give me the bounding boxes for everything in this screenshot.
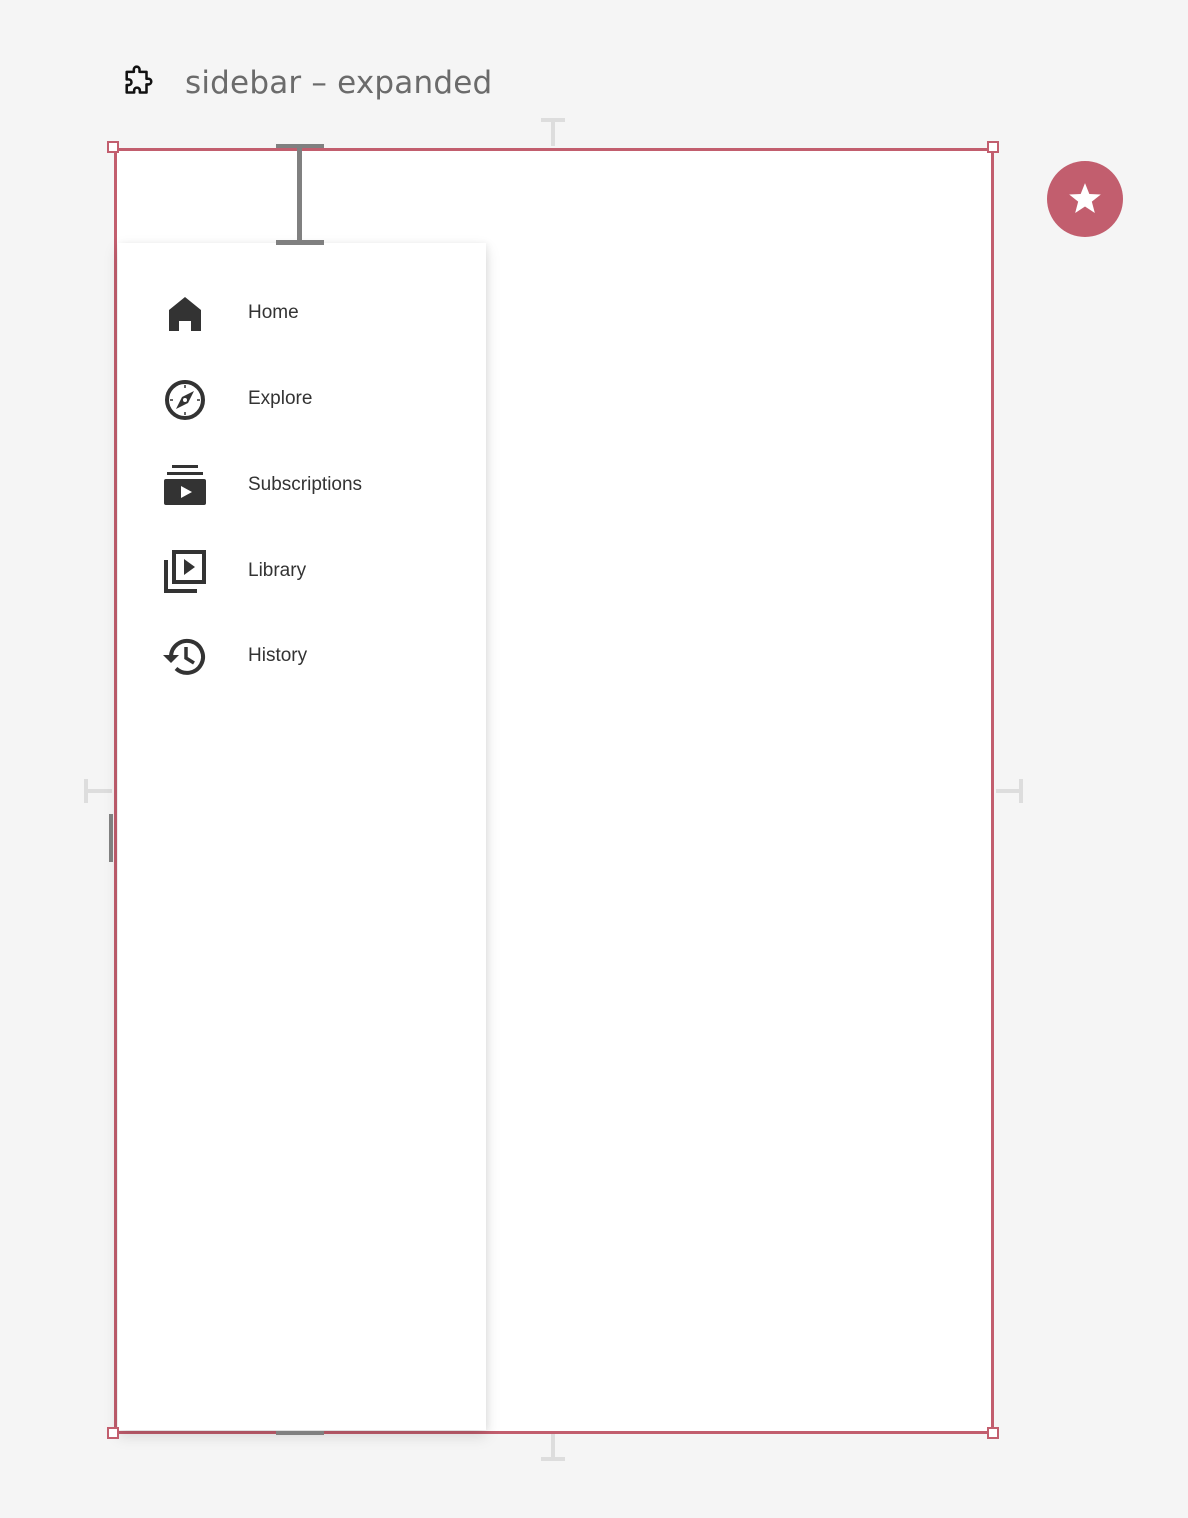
spacing-guide-right-cap xyxy=(1019,779,1023,803)
sidebar-item-label: Subscriptions xyxy=(248,474,363,495)
puzzle-icon xyxy=(125,65,153,94)
margin-guide-top xyxy=(297,148,302,243)
sidebar-item-label: History xyxy=(248,645,308,666)
star-icon xyxy=(1069,183,1101,213)
resize-handle-bottom-right[interactable] xyxy=(987,1427,999,1439)
video-library-icon xyxy=(164,550,206,593)
favorite-button[interactable] xyxy=(1047,161,1123,237)
sidebar-item-explore[interactable]: Explore xyxy=(118,356,486,442)
history-icon xyxy=(163,638,205,675)
spacing-guide-left-cap xyxy=(84,779,88,803)
resize-handle-top-right[interactable] xyxy=(987,141,999,153)
margin-guide-left xyxy=(109,814,113,862)
page-title: sidebar – expanded xyxy=(185,65,493,101)
spacing-guide-bottom-cap xyxy=(541,1457,565,1461)
spacing-guide-top-cap xyxy=(541,118,565,122)
resize-handle-bottom-left[interactable] xyxy=(107,1427,119,1439)
subscriptions-icon xyxy=(164,465,206,505)
home-icon xyxy=(169,297,201,331)
spacing-guide-left xyxy=(86,789,112,793)
sidebar-item-home[interactable]: Home xyxy=(118,270,486,356)
sidebar-item-label: Home xyxy=(248,302,299,323)
sidebar-item-library[interactable]: Library xyxy=(118,528,486,614)
component-header: sidebar – expanded xyxy=(118,58,492,108)
margin-guide-bottom-cap xyxy=(276,1431,324,1435)
sidebar-item-history[interactable]: History xyxy=(118,613,486,699)
sidebar: Home Explore Subscriptions Library Histo… xyxy=(118,243,486,1430)
spacing-guide-top xyxy=(551,120,555,146)
sidebar-item-label: Explore xyxy=(248,388,313,409)
sidebar-item-label: Library xyxy=(248,560,307,581)
margin-guide-top-bottom-cap xyxy=(276,240,324,245)
resize-handle-top-left[interactable] xyxy=(107,141,119,153)
sidebar-item-subscriptions[interactable]: Subscriptions xyxy=(118,442,486,528)
compass-icon xyxy=(165,380,205,420)
